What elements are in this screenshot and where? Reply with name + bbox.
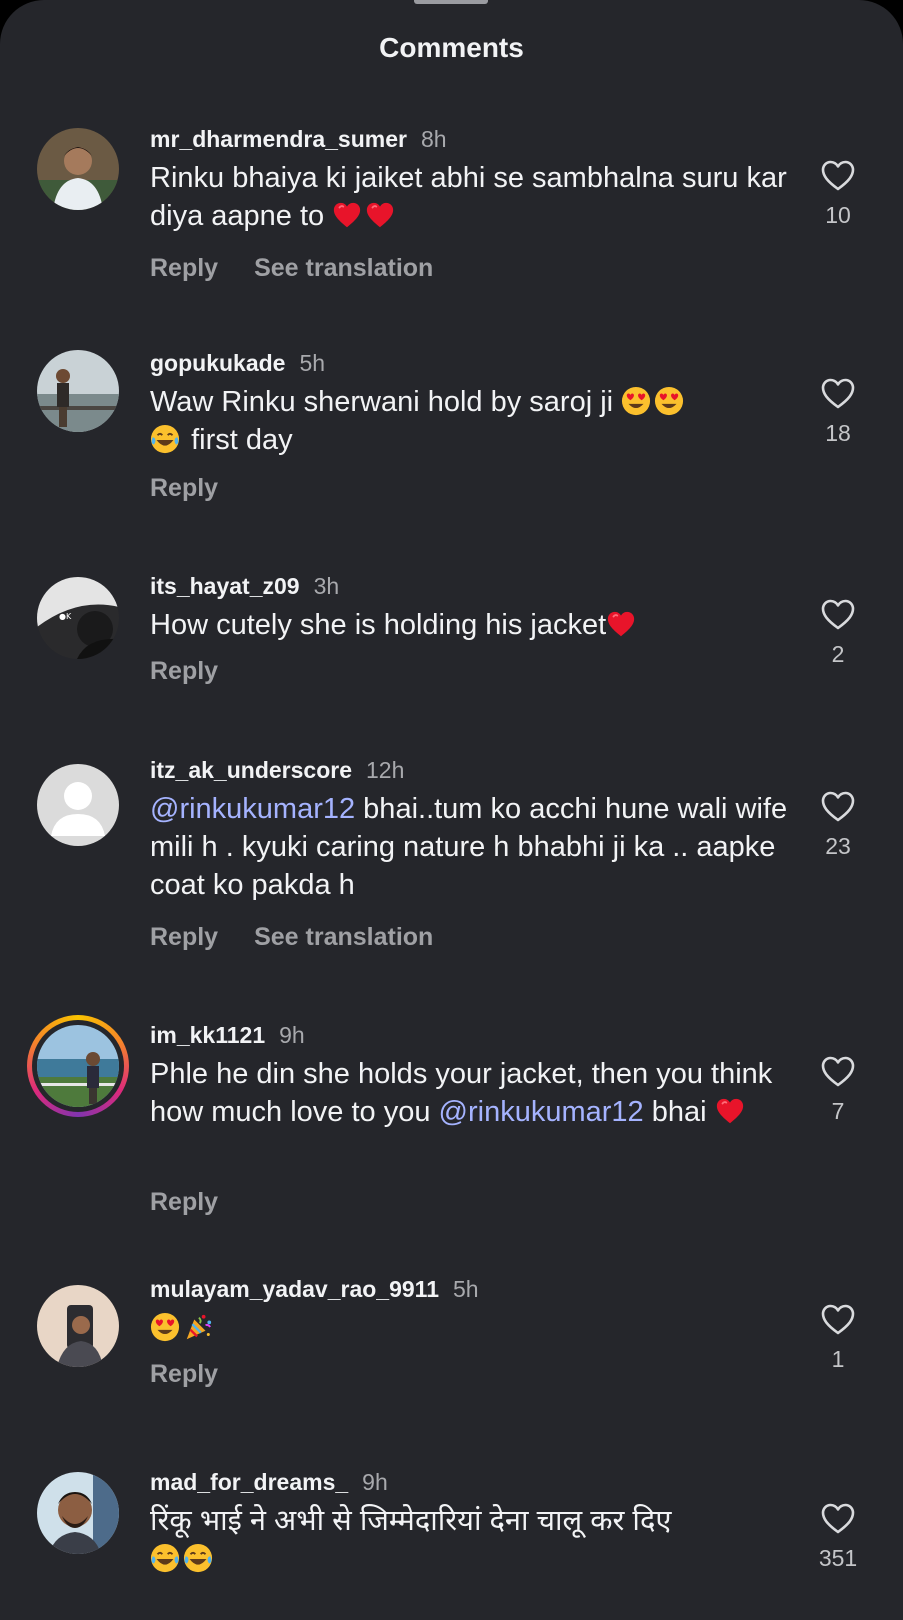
reply-button[interactable]: Reply bbox=[150, 923, 218, 951]
see-translation-button[interactable]: See translation bbox=[254, 254, 433, 282]
like-control[interactable]: 18 bbox=[808, 376, 868, 447]
heart-outline-icon[interactable] bbox=[820, 376, 856, 412]
avatar[interactable] bbox=[37, 128, 119, 210]
like-count: 1 bbox=[831, 1346, 845, 1372]
comment-meta: im_kk1121 9h bbox=[150, 1022, 305, 1049]
avatar[interactable]: ●K bbox=[37, 577, 119, 659]
comment-body: Waw Rinku sherwani hold by saroj ji bbox=[150, 386, 614, 418]
timestamp: 5h bbox=[299, 350, 326, 376]
comment-text: Phle he din she holds your jacket, then … bbox=[150, 1055, 790, 1131]
heart-eyes-emoji bbox=[621, 386, 651, 416]
avatar[interactable] bbox=[37, 350, 119, 432]
tears-of-joy-emoji bbox=[150, 424, 180, 454]
comment-body: How cutely she is holding his jacket bbox=[150, 609, 607, 641]
comment-body: रिंकू भाई ने अभी से जिम्मेदारियां देना च… bbox=[150, 1505, 672, 1537]
reply-button[interactable]: Reply bbox=[150, 1360, 218, 1388]
like-control[interactable]: 10 bbox=[808, 158, 868, 229]
heart-outline-icon[interactable] bbox=[820, 597, 856, 633]
comment-actions: Reply bbox=[150, 1360, 218, 1389]
avatar[interactable] bbox=[37, 764, 119, 846]
username[interactable]: itz_ak_underscore bbox=[150, 757, 352, 783]
heart-eyes-emoji bbox=[654, 386, 684, 416]
username[interactable]: its_hayat_z09 bbox=[150, 573, 300, 599]
heart-outline-icon[interactable] bbox=[820, 158, 856, 194]
comment-actions: Reply bbox=[150, 1188, 218, 1217]
comment-meta: mulayam_yadav_rao_9911 5h bbox=[150, 1276, 479, 1303]
heart-outline-icon[interactable] bbox=[820, 1302, 856, 1338]
username[interactable]: gopukukade bbox=[150, 350, 285, 376]
avatar[interactable] bbox=[37, 1472, 119, 1554]
avatar-with-story-ring[interactable] bbox=[27, 1015, 129, 1117]
like-count: 18 bbox=[825, 420, 851, 446]
heart-eyes-emoji bbox=[150, 1312, 180, 1342]
like-count: 10 bbox=[825, 202, 851, 228]
comment-text: How cutely she is holding his jacket bbox=[150, 606, 790, 644]
tears-of-joy-emoji bbox=[150, 1543, 180, 1573]
timestamp: 5h bbox=[453, 1276, 479, 1302]
avatar[interactable] bbox=[37, 1285, 119, 1367]
like-count: 351 bbox=[818, 1545, 858, 1571]
heart-outline-icon[interactable] bbox=[820, 1054, 856, 1090]
like-control[interactable]: 1 bbox=[808, 1302, 868, 1373]
like-count: 7 bbox=[831, 1098, 845, 1124]
username[interactable]: mulayam_yadav_rao_9911 bbox=[150, 1276, 439, 1302]
comment-body-continued: first day bbox=[191, 424, 293, 456]
comment-actions: Reply See translation bbox=[150, 923, 433, 952]
red-heart-emoji bbox=[606, 609, 636, 639]
comment-body-continued: bhai bbox=[643, 1096, 707, 1128]
like-control[interactable]: 351 bbox=[808, 1501, 868, 1572]
comment-actions: Reply bbox=[150, 657, 218, 686]
comment-text: @rinkukumar12 bhai..tum ko acchi hune wa… bbox=[150, 790, 790, 904]
like-control[interactable]: 23 bbox=[808, 789, 868, 860]
username[interactable]: mad_for_dreams_ bbox=[150, 1469, 348, 1495]
comment-text: रिंकू भाई ने अभी से जिम्मेदारियां देना च… bbox=[150, 1502, 790, 1578]
red-heart-emoji bbox=[332, 200, 362, 230]
red-heart-emoji bbox=[715, 1096, 745, 1126]
comment-meta: mr_dharmendra_sumer 8h bbox=[150, 126, 447, 153]
drag-handle[interactable] bbox=[414, 0, 488, 4]
like-control[interactable]: 2 bbox=[808, 597, 868, 668]
timestamp: 3h bbox=[313, 573, 340, 599]
see-translation-button[interactable]: See translation bbox=[254, 923, 433, 951]
comment-meta: mad_for_dreams_ 9h bbox=[150, 1469, 388, 1496]
timestamp: 9h bbox=[362, 1469, 388, 1495]
reply-button[interactable]: Reply bbox=[150, 474, 218, 502]
red-heart-emoji bbox=[365, 200, 395, 230]
timestamp: 12h bbox=[365, 757, 405, 783]
username[interactable]: mr_dharmendra_sumer bbox=[150, 126, 407, 152]
username[interactable]: im_kk1121 bbox=[150, 1022, 265, 1048]
comment-actions: Reply See translation bbox=[150, 254, 433, 283]
like-control[interactable]: 7 bbox=[808, 1054, 868, 1125]
timestamp: 8h bbox=[420, 126, 447, 152]
svg-text:●K: ●K bbox=[59, 612, 72, 621]
comment-meta: its_hayat_z09 3h bbox=[150, 573, 339, 600]
like-count: 2 bbox=[831, 641, 845, 667]
party-popper-emoji bbox=[183, 1312, 213, 1342]
reply-button[interactable]: Reply bbox=[150, 1188, 218, 1216]
heart-outline-icon[interactable] bbox=[820, 1501, 856, 1537]
comment-actions: Reply bbox=[150, 474, 218, 503]
comments-sheet: Comments mr_dharmendra_sumer 8h Rinku bha… bbox=[0, 0, 903, 1620]
heart-outline-icon[interactable] bbox=[820, 789, 856, 825]
reply-button[interactable]: Reply bbox=[150, 254, 218, 282]
reply-button[interactable]: Reply bbox=[150, 657, 218, 685]
sheet-title: Comments bbox=[379, 32, 524, 63]
mention-link[interactable]: @rinkukumar12 bbox=[439, 1096, 644, 1128]
mention-link[interactable]: @rinkukumar12 bbox=[150, 793, 355, 825]
like-count: 23 bbox=[825, 833, 851, 859]
comment-text bbox=[150, 1309, 790, 1347]
comment-meta: itz_ak_underscore 12h bbox=[150, 757, 404, 784]
tears-of-joy-emoji bbox=[183, 1543, 213, 1573]
comment-text: Rinku bhaiya ki jaiket abhi se sambhalna… bbox=[150, 159, 790, 235]
comment-meta: gopukukade 5h bbox=[150, 350, 325, 377]
comment-body: Rinku bhaiya ki jaiket abhi se sambhalna… bbox=[150, 162, 787, 232]
comment-text: Waw Rinku sherwani hold by saroj ji firs… bbox=[150, 383, 790, 459]
timestamp: 9h bbox=[279, 1022, 305, 1048]
